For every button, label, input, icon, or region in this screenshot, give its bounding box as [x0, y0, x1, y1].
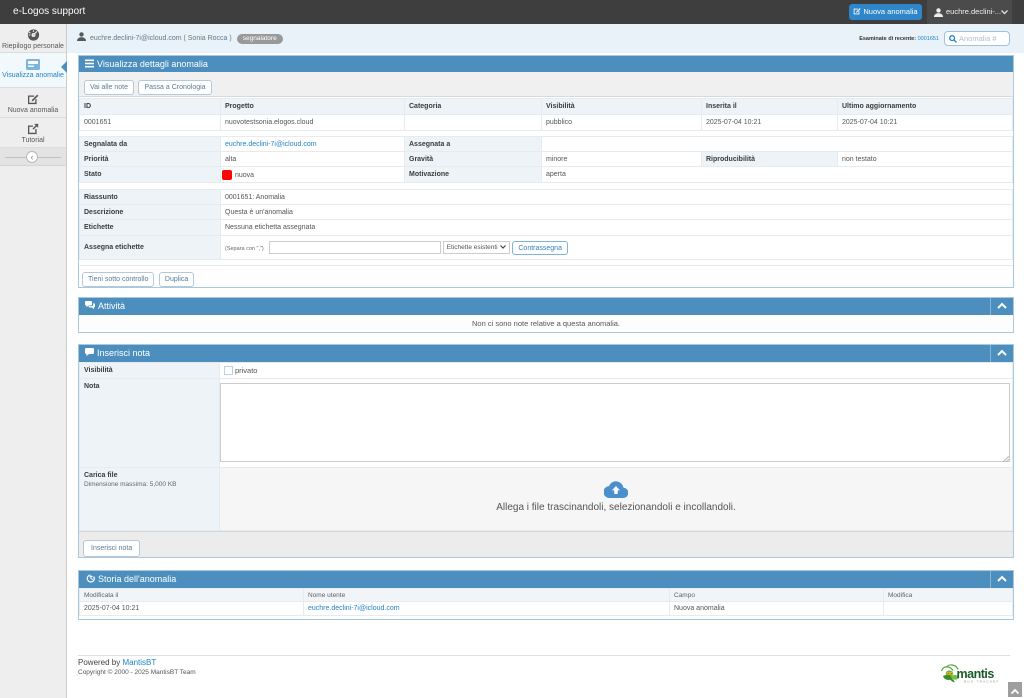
svg-text:BUG TRACKER: BUG TRACKER — [964, 680, 998, 684]
